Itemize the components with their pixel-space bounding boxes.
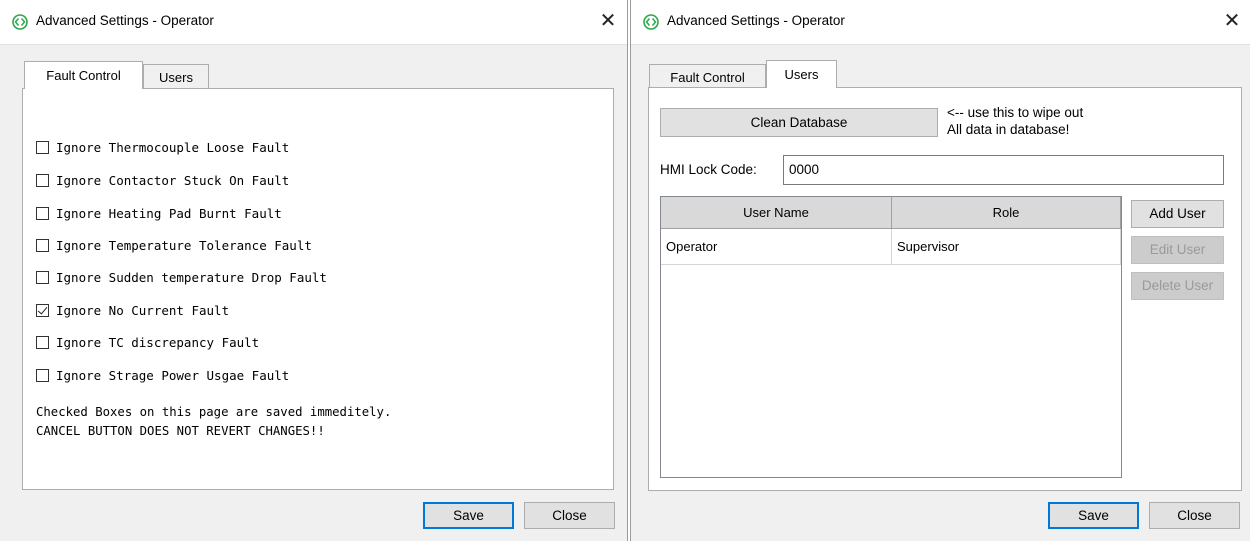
checkbox-label[interactable]: Ignore No Current Fault	[56, 303, 229, 318]
advanced-settings-window-right: Advanced Settings - Operator ✕ Fault Con…	[630, 0, 1250, 541]
tab-fault-control[interactable]: Fault Control	[649, 64, 766, 89]
checkbox[interactable]	[36, 368, 49, 382]
checkbox-label[interactable]: Ignore Thermocouple Loose Fault	[56, 140, 289, 155]
checkbox-label[interactable]: Ignore Sudden temperature Drop Fault	[56, 270, 327, 285]
hmi-lock-code-input[interactable]: 0000	[783, 155, 1224, 185]
tab-label: Fault Control	[46, 68, 121, 83]
close-icon[interactable]: ✕	[597, 10, 619, 32]
title-bar: Advanced Settings - Operator ✕	[0, 0, 627, 45]
fault-checkbox-row[interactable]: Ignore Heating Pad Burnt Fault	[36, 203, 282, 223]
grid-cell-role[interactable]: Supervisor	[892, 229, 1121, 265]
fault-checkbox-row[interactable]: Ignore Sudden temperature Drop Fault	[36, 267, 327, 287]
tab-label: Users	[159, 70, 193, 85]
app-logo-icon	[643, 14, 659, 30]
title-bar: Advanced Settings - Operator ✕	[631, 0, 1250, 45]
warning-note-line2: CANCEL BUTTON DOES NOT REVERT CHANGES!!	[36, 424, 325, 438]
checkbox[interactable]	[36, 303, 49, 317]
checkbox[interactable]	[36, 238, 49, 252]
checkbox[interactable]	[36, 173, 49, 187]
fault-checkbox-row[interactable]: Ignore Contactor Stuck On Fault	[36, 170, 289, 190]
checkbox[interactable]	[36, 206, 49, 220]
close-button[interactable]: Close	[524, 502, 615, 529]
tab-label: Fault Control	[670, 70, 745, 85]
window-title: Advanced Settings - Operator	[36, 13, 214, 28]
checkbox-label[interactable]: Ignore Strage Power Usgae Fault	[56, 368, 289, 383]
fault-checkbox-row[interactable]: Ignore Temperature Tolerance Fault	[36, 235, 312, 255]
checkbox[interactable]	[36, 140, 49, 154]
checkbox-label[interactable]: Ignore TC discrepancy Fault	[56, 335, 259, 350]
edit-user-button[interactable]: Edit User	[1131, 236, 1224, 264]
clean-database-hint-line1: <-- use this to wipe out	[947, 105, 1084, 120]
fault-checkbox-row[interactable]: Ignore No Current Fault	[36, 300, 229, 320]
window-title: Advanced Settings - Operator	[667, 13, 845, 28]
delete-user-button[interactable]: Delete User	[1131, 272, 1224, 300]
save-button[interactable]: Save	[1048, 502, 1139, 529]
checkbox-label[interactable]: Ignore Contactor Stuck On Fault	[56, 173, 289, 188]
hmi-lock-code-label: HMI Lock Code:	[660, 162, 757, 177]
checkbox[interactable]	[36, 335, 49, 349]
fault-checkbox-row[interactable]: Ignore Thermocouple Loose Fault	[36, 137, 289, 157]
app-logo-icon	[12, 14, 28, 30]
tab-users[interactable]: Users	[766, 60, 837, 88]
checkbox-label[interactable]: Ignore Heating Pad Burnt Fault	[56, 206, 282, 221]
close-icon[interactable]: ✕	[1221, 10, 1243, 32]
users-grid[interactable]: User Name Role Operator Supervisor	[660, 196, 1122, 478]
grid-cell-user-name[interactable]: Operator	[661, 229, 892, 265]
clean-database-button[interactable]: Clean Database	[660, 108, 938, 137]
save-button[interactable]: Save	[423, 502, 514, 529]
column-header-user-name[interactable]: User Name	[661, 197, 892, 229]
checkbox-label[interactable]: Ignore Temperature Tolerance Fault	[56, 238, 312, 253]
warning-note-line1: Checked Boxes on this page are saved imm…	[36, 405, 392, 419]
checkbox[interactable]	[36, 270, 49, 284]
column-header-role[interactable]: Role	[892, 197, 1121, 229]
tab-label: Users	[784, 67, 819, 82]
fault-checkbox-row[interactable]: Ignore Strage Power Usgae Fault	[36, 365, 289, 385]
tab-users[interactable]: Users	[143, 64, 209, 89]
advanced-settings-window-left: Advanced Settings - Operator ✕ Fault Con…	[0, 0, 628, 541]
fault-checkbox-row[interactable]: Ignore TC discrepancy Fault	[36, 332, 259, 352]
clean-database-hint-line2: All data in database!	[947, 122, 1070, 137]
add-user-button[interactable]: Add User	[1131, 200, 1224, 228]
tab-fault-control[interactable]: Fault Control	[24, 61, 143, 89]
close-button[interactable]: Close	[1149, 502, 1240, 529]
